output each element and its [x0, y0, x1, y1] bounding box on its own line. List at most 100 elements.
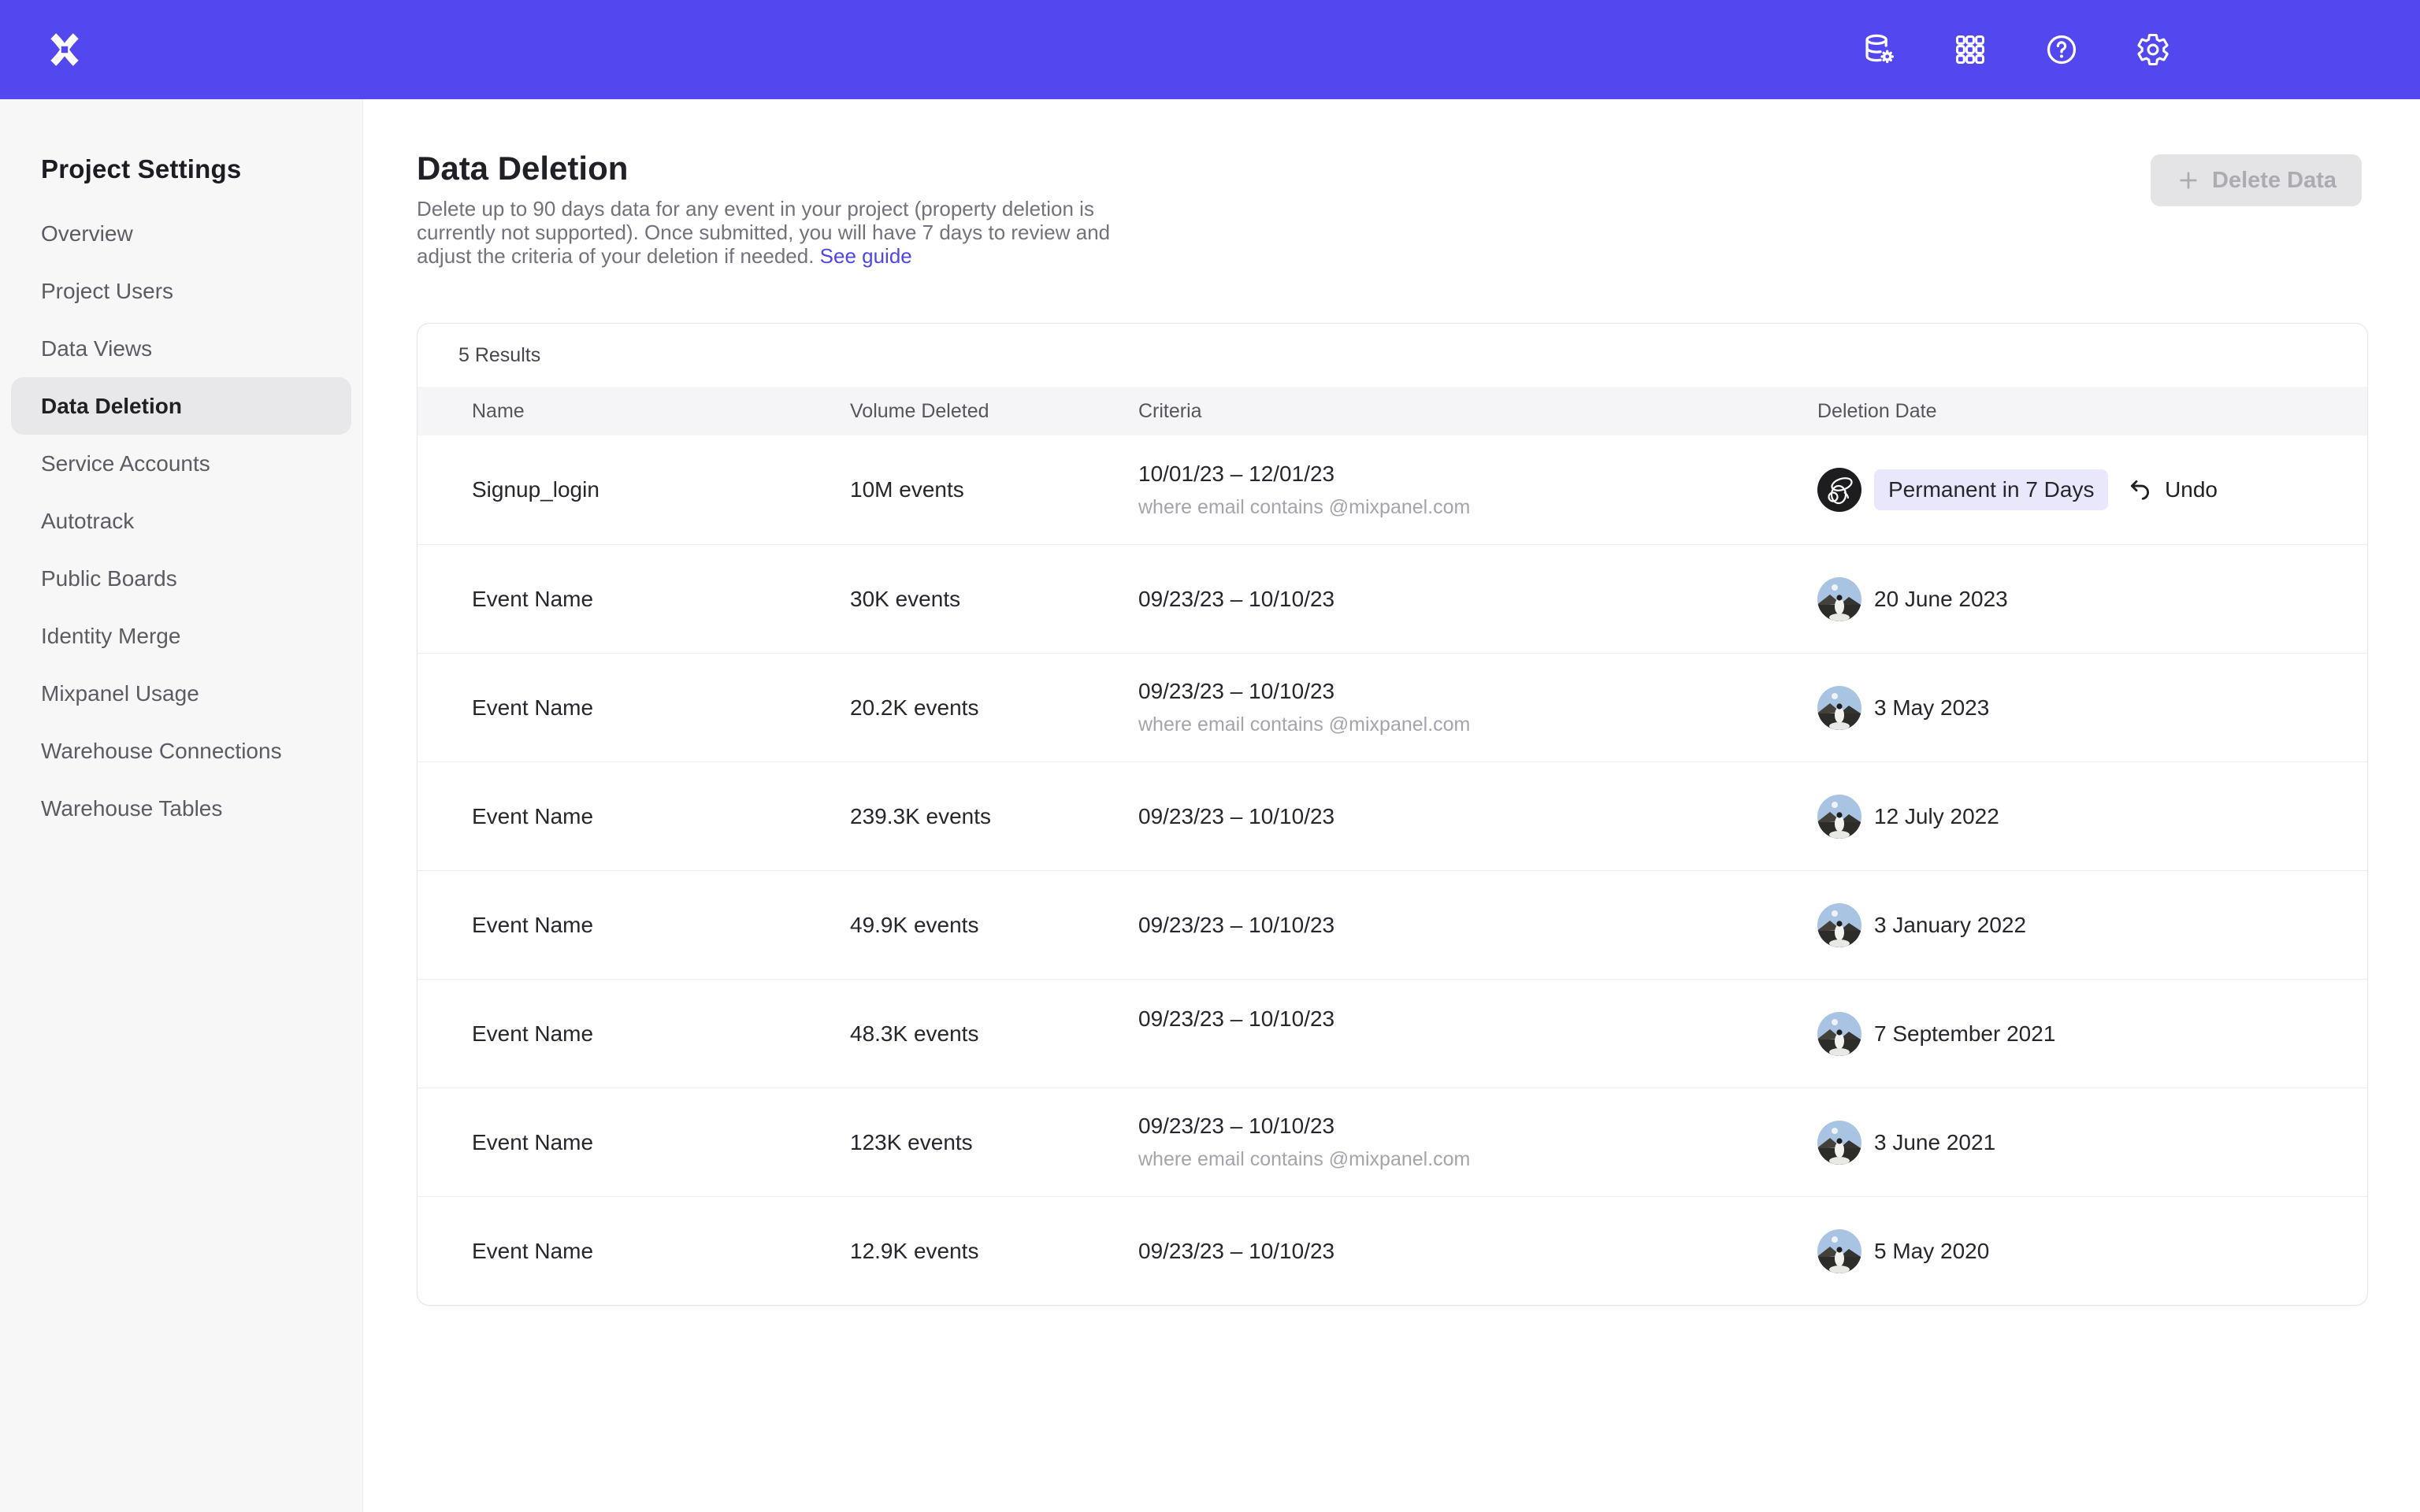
table-row: Event Name 30K events 09/23/23 – 10/10/2…	[418, 544, 2367, 653]
row-deletion-cell: 3 June 2021	[1817, 1121, 2367, 1165]
topbar	[0, 0, 2420, 99]
apps-grid-icon[interactable]	[1952, 32, 1988, 68]
row-criteria-cell: 09/23/23 – 10/10/23	[1138, 1006, 1817, 1062]
table-header-row: Name Volume Deleted Criteria Deletion Da…	[418, 387, 2367, 435]
criteria-range: 09/23/23 – 10/10/23	[1138, 1006, 1817, 1032]
data-management-icon[interactable]	[1861, 32, 1897, 68]
column-header-volume-deleted: Volume Deleted	[850, 400, 1138, 423]
row-deletion-cell: 3 May 2023	[1817, 686, 2367, 730]
delete-data-button[interactable]: Delete Data	[2151, 154, 2362, 206]
row-volume-cell: 20.2K events	[850, 695, 1138, 721]
mixpanel-logo[interactable]	[46, 31, 84, 69]
row-deletion-cell: 12 July 2022	[1817, 795, 2367, 839]
row-volume-cell: 123K events	[850, 1130, 1138, 1155]
table-row: Event Name 239.3K events 09/23/23 – 10/1…	[418, 762, 2367, 870]
row-volume-cell: 12.9K events	[850, 1239, 1138, 1264]
sidebar-item-data-views[interactable]: Data Views	[11, 320, 351, 377]
row-deletion-cell: 3 January 2022	[1817, 903, 2367, 947]
row-volume-cell: 239.3K events	[850, 804, 1138, 829]
sidebar-item-public-boards[interactable]: Public Boards	[11, 550, 351, 607]
sidebar-item-warehouse-tables[interactable]: Warehouse Tables	[11, 780, 351, 837]
user-avatar	[1817, 686, 1861, 730]
criteria-range: 09/23/23 – 10/10/23	[1138, 1114, 1817, 1139]
page-description-text: Delete up to 90 days data for any event …	[417, 197, 1110, 268]
sidebar-item-autotrack[interactable]: Autotrack	[11, 492, 351, 550]
table-row: Event Name 48.3K events 09/23/23 – 10/10…	[418, 979, 2367, 1088]
row-criteria-cell: 10/01/23 – 12/01/23 where email contains…	[1138, 461, 1817, 519]
row-criteria-cell: 09/23/23 – 10/10/23 where email contains…	[1138, 1114, 1817, 1171]
results-count: 5 Results	[418, 324, 2367, 387]
sidebar-heading: Project Settings	[41, 154, 362, 184]
user-avatar	[1817, 577, 1861, 621]
deletion-table-card: 5 Results Name Volume Deleted Criteria D…	[417, 323, 2368, 1306]
row-criteria-cell: 09/23/23 – 10/10/23	[1138, 587, 1817, 612]
user-avatar	[1817, 1121, 1861, 1165]
table-row: Event Name 123K events 09/23/23 – 10/10/…	[418, 1088, 2367, 1196]
row-name-cell: Event Name	[472, 695, 850, 721]
sidebar-item-identity-merge[interactable]: Identity Merge	[11, 607, 351, 665]
row-criteria-cell: 09/23/23 – 10/10/23	[1138, 804, 1817, 829]
status-badge: Permanent in 7 Days	[1874, 469, 2108, 510]
user-avatar	[1817, 903, 1861, 947]
table-row: Signup_login 10M events 10/01/23 – 12/01…	[418, 435, 2367, 544]
table-row: Event Name 20.2K events 09/23/23 – 10/10…	[418, 653, 2367, 762]
sidebar-item-overview[interactable]: Overview	[11, 205, 351, 262]
table-row: Event Name 49.9K events 09/23/23 – 10/10…	[418, 870, 2367, 979]
undo-label: Undo	[2165, 477, 2218, 502]
row-deletion-cell: 7 September 2021	[1817, 1012, 2367, 1056]
page-description: Delete up to 90 days data for any event …	[417, 197, 1126, 268]
deletion-date: 20 June 2023	[1874, 587, 2008, 612]
criteria-range: 09/23/23 – 10/10/23	[1138, 1239, 1817, 1264]
criteria-range: 09/23/23 – 10/10/23	[1138, 913, 1817, 938]
sidebar-item-mixpanel-usage[interactable]: Mixpanel Usage	[11, 665, 351, 722]
sidebar-item-service-accounts[interactable]: Service Accounts	[11, 435, 351, 492]
criteria-range: 09/23/23 – 10/10/23	[1138, 587, 1817, 612]
user-avatar	[1817, 468, 1861, 512]
row-deletion-cell: 20 June 2023	[1817, 577, 2367, 621]
user-avatar	[1817, 795, 1861, 839]
row-name-cell: Signup_login	[472, 477, 850, 502]
row-volume-cell: 10M events	[850, 477, 1138, 502]
sidebar: Project Settings Overview Project Users …	[0, 99, 363, 1512]
column-header-deletion-date: Deletion Date	[1817, 400, 2367, 423]
sidebar-item-data-deletion[interactable]: Data Deletion	[11, 377, 351, 435]
undo-button[interactable]: Undo	[2127, 476, 2218, 503]
deletion-date: 3 June 2021	[1874, 1130, 1995, 1155]
row-deletion-cell: Permanent in 7 Days Undo	[1817, 468, 2367, 512]
deletion-date: 3 January 2022	[1874, 913, 2026, 938]
plus-icon	[2176, 168, 2201, 193]
row-name-cell: Event Name	[472, 804, 850, 829]
sidebar-item-project-users[interactable]: Project Users	[11, 262, 351, 320]
deletion-date: 5 May 2020	[1874, 1239, 1989, 1264]
row-criteria-cell: 09/23/23 – 10/10/23 where email contains…	[1138, 679, 1817, 736]
criteria-filter: where email contains @mixpanel.com	[1138, 1148, 1817, 1171]
column-header-name: Name	[472, 400, 850, 423]
topbar-icon-group	[1861, 32, 2171, 68]
user-avatar	[1817, 1012, 1861, 1056]
row-name-cell: Event Name	[472, 1239, 850, 1264]
column-header-criteria: Criteria	[1138, 400, 1817, 423]
row-volume-cell: 30K events	[850, 587, 1138, 612]
main-content: Data Deletion Delete up to 90 days data …	[363, 99, 2420, 1512]
undo-icon	[2127, 476, 2154, 503]
deletion-date: 3 May 2023	[1874, 695, 1989, 721]
sidebar-item-warehouse-connections[interactable]: Warehouse Connections	[11, 722, 351, 780]
criteria-filter: where email contains @mixpanel.com	[1138, 496, 1817, 519]
deletion-date: 12 July 2022	[1874, 804, 1999, 829]
criteria-range: 10/01/23 – 12/01/23	[1138, 461, 1817, 487]
criteria-filter	[1138, 1041, 1817, 1062]
row-criteria-cell: 09/23/23 – 10/10/23	[1138, 1239, 1817, 1264]
row-deletion-cell: 5 May 2020	[1817, 1229, 2367, 1273]
row-volume-cell: 49.9K events	[850, 913, 1138, 938]
row-volume-cell: 48.3K events	[850, 1021, 1138, 1047]
row-criteria-cell: 09/23/23 – 10/10/23	[1138, 913, 1817, 938]
settings-gear-icon[interactable]	[2135, 32, 2171, 68]
sidebar-nav: Overview Project Users Data Views Data D…	[0, 205, 362, 837]
criteria-range: 09/23/23 – 10/10/23	[1138, 679, 1817, 704]
criteria-range: 09/23/23 – 10/10/23	[1138, 804, 1817, 829]
help-icon[interactable]	[2043, 32, 2080, 68]
see-guide-link[interactable]: See guide	[820, 244, 912, 268]
deletion-date: 7 September 2021	[1874, 1021, 2055, 1047]
user-avatar	[1817, 1229, 1861, 1273]
row-name-cell: Event Name	[472, 587, 850, 612]
